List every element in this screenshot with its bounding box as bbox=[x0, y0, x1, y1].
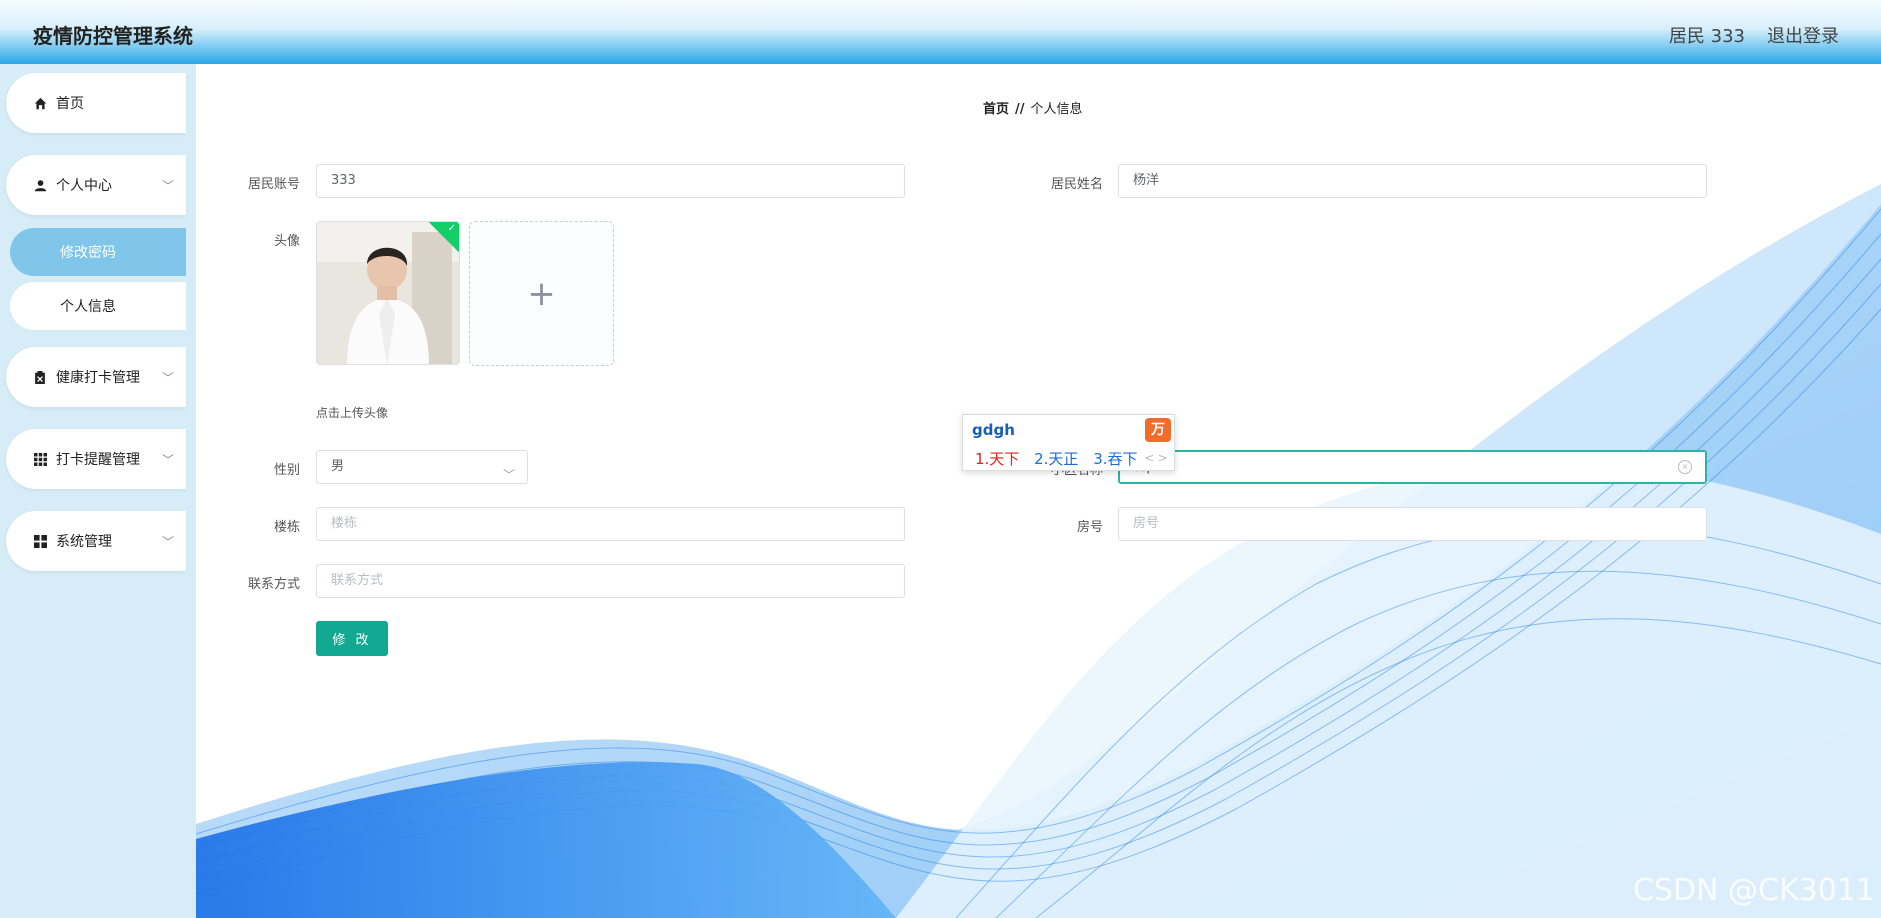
user-icon bbox=[32, 179, 48, 192]
breadcrumb-home[interactable]: 首页 bbox=[983, 102, 1009, 117]
top-bar: 疫情防控管理系统 居民 333 退出登录 bbox=[0, 0, 1881, 64]
check-icon: ✓ bbox=[447, 223, 456, 234]
sidebar-item-reminder[interactable]: 打卡提醒管理 ﹀ bbox=[6, 429, 186, 489]
upload-hint: 点击上传头像 bbox=[316, 406, 389, 420]
room-placeholder: 房号 bbox=[1133, 516, 1160, 531]
sidebar-item-personal-center[interactable]: 个人中心 ﹀ bbox=[6, 155, 186, 215]
contact-placeholder: 联系方式 bbox=[331, 573, 384, 588]
gender-select[interactable]: 男 ﹀ bbox=[316, 450, 528, 484]
sidebar-item-health-checkin[interactable]: 健康打卡管理 ﹀ bbox=[6, 347, 186, 407]
chevron-down-icon: ﹀ bbox=[161, 371, 174, 385]
app-title: 疫情防控管理系统 bbox=[33, 24, 193, 48]
chevron-down-icon: ﹀ bbox=[161, 535, 174, 549]
contact-label: 联系方式 bbox=[247, 577, 300, 592]
contact-input[interactable]: 联系方式 bbox=[316, 564, 905, 598]
avatar-upload-button[interactable]: + bbox=[469, 221, 614, 366]
sidebar-item-label: 健康打卡管理 bbox=[56, 370, 140, 386]
main-content: 首页//个人信息 居民账号 333 居民姓名 杨洋 头像 ✓ + 点击上传头像 … bbox=[196, 64, 1881, 918]
apps-icon bbox=[32, 534, 48, 548]
clear-icon[interactable]: × bbox=[1678, 460, 1692, 474]
avatar-label: 头像 bbox=[273, 234, 300, 249]
sidebar-item-label: 个人中心 bbox=[56, 178, 112, 194]
gender-label: 性别 bbox=[273, 463, 300, 478]
ime-candidate[interactable]: 3.吞下 bbox=[1093, 450, 1137, 468]
sidebar-subitem-label: 个人信息 bbox=[60, 299, 116, 315]
submit-button[interactable]: 修 改 bbox=[316, 621, 388, 656]
sidebar-item-system[interactable]: 系统管理 ﹀ bbox=[6, 511, 186, 571]
current-user-label: 居民 333 bbox=[1668, 26, 1745, 47]
clipboard-icon bbox=[32, 370, 48, 384]
name-label: 居民姓名 bbox=[1050, 177, 1103, 192]
grid-icon bbox=[32, 452, 48, 466]
sidebar-subitem-personal-info[interactable]: 个人信息 bbox=[10, 282, 186, 330]
name-field[interactable]: 杨洋 bbox=[1118, 164, 1707, 198]
chevron-down-icon: ﹀ bbox=[161, 179, 174, 193]
home-icon bbox=[32, 97, 48, 110]
ime-candidates: 1.天下 2.天正 3.吞下 bbox=[975, 448, 1148, 469]
watermark: CSDN @CK3011 bbox=[1632, 873, 1875, 908]
plus-icon: + bbox=[527, 273, 556, 314]
ime-candidate-window: gdgh 万 1.天下 2.天正 3.吞下 < > bbox=[962, 414, 1175, 471]
sidebar-item-label: 首页 bbox=[56, 96, 84, 112]
chevron-down-icon: ﹀ bbox=[502, 468, 515, 482]
building-placeholder: 楼栋 bbox=[331, 516, 358, 531]
account-field[interactable]: 333 bbox=[316, 164, 905, 198]
breadcrumb: 首页 // 个人信息 bbox=[983, 98, 1083, 117]
room-input[interactable]: 房号 bbox=[1118, 507, 1707, 541]
sidebar-item-label: 打卡提醒管理 bbox=[56, 452, 140, 468]
logout-link[interactable]: 退出登录 bbox=[1767, 22, 1839, 48]
community-input[interactable]: 客| × bbox=[1118, 450, 1707, 484]
sidebar-subitem-label: 修改密码 bbox=[60, 245, 116, 261]
sidebar-subitem-change-password[interactable]: 修改密码 bbox=[10, 228, 186, 276]
account-label: 居民账号 bbox=[247, 177, 300, 192]
ime-logo-icon: 万 bbox=[1145, 418, 1171, 442]
sidebar-item-home[interactable]: 首页 bbox=[6, 73, 186, 133]
sidebar: 首页 个人中心 ﹀ 修改密码 个人信息 健康打卡管理 ﹀ 打卡提醒管理 ﹀ 系统… bbox=[0, 64, 196, 918]
ime-candidate[interactable]: 1.天下 bbox=[975, 450, 1019, 468]
ime-page-arrows[interactable]: < > bbox=[1144, 451, 1168, 465]
breadcrumb-current: 个人信息 bbox=[1030, 102, 1083, 117]
gender-selected-value: 男 bbox=[331, 459, 345, 474]
chevron-down-icon: ﹀ bbox=[161, 453, 174, 467]
sidebar-item-label: 系统管理 bbox=[56, 534, 112, 550]
breadcrumb-separator: // bbox=[1015, 102, 1025, 117]
avatar-image[interactable]: ✓ bbox=[316, 221, 460, 365]
person-photo bbox=[317, 222, 459, 364]
ime-candidate[interactable]: 2.天正 bbox=[1034, 450, 1078, 468]
room-label: 房号 bbox=[1076, 520, 1103, 535]
building-label: 楼栋 bbox=[273, 520, 300, 535]
building-input[interactable]: 楼栋 bbox=[316, 507, 905, 541]
ime-composition: gdgh bbox=[972, 421, 1015, 439]
